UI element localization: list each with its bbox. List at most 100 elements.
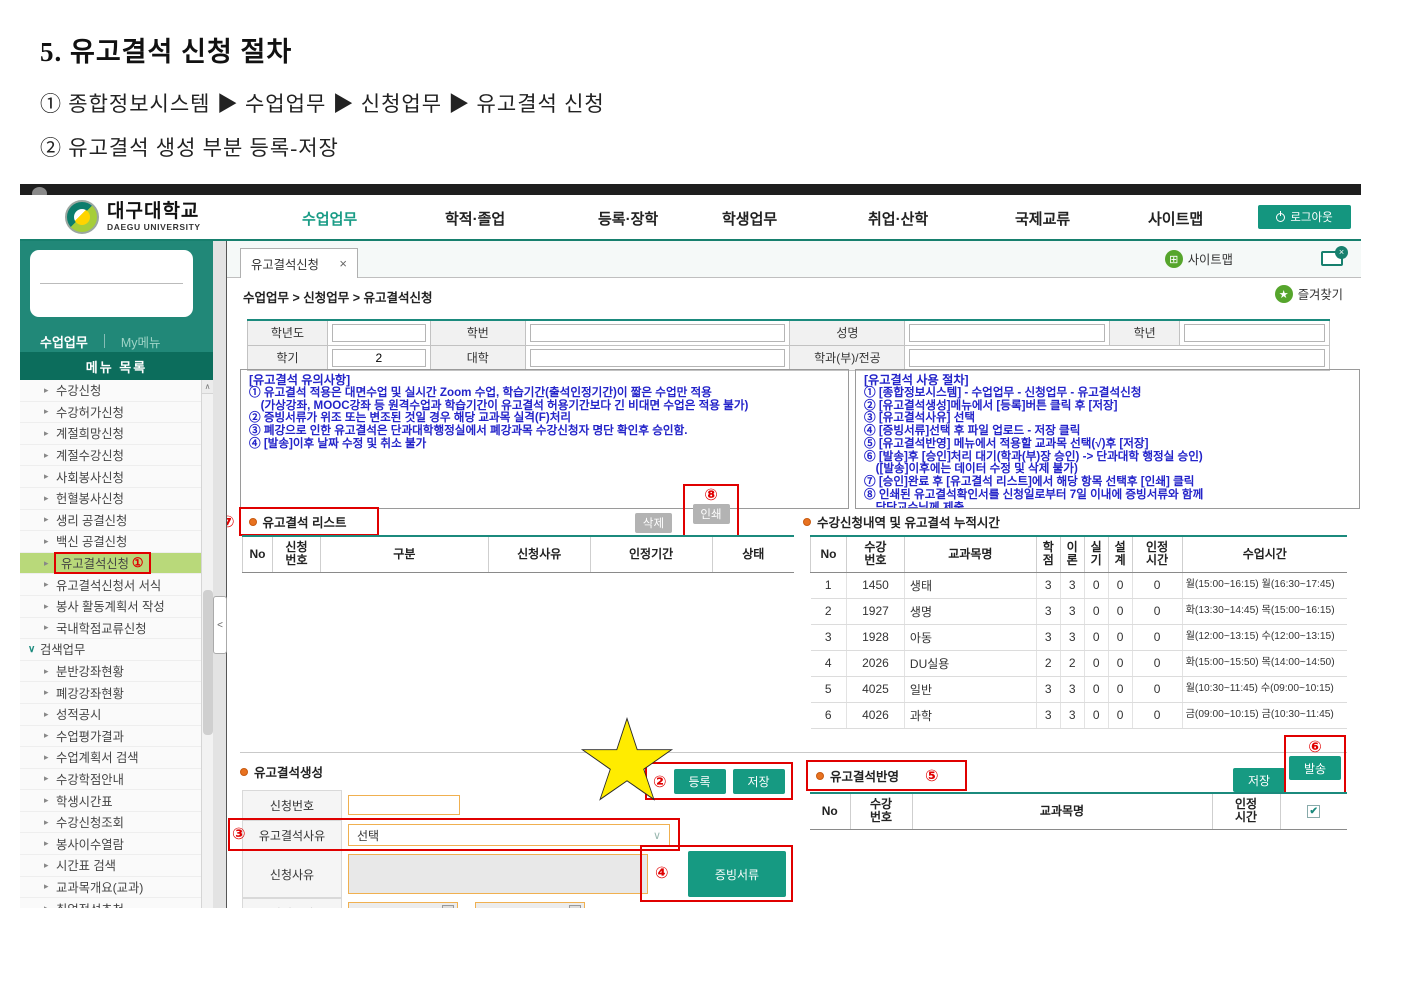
cell-practice: 0 bbox=[1084, 572, 1108, 598]
scrollbar-up-icon[interactable]: ∧ bbox=[202, 380, 213, 394]
grade-input[interactable] bbox=[1184, 324, 1325, 342]
attach-evidence-button[interactable]: 증빙서류 bbox=[688, 851, 786, 897]
sidebar-menu-item[interactable]: 유고결석신청서 서식 bbox=[20, 574, 212, 596]
notice-line: ④ [증빙서류]선택 후 파일 업로드 - 저장 클릭 bbox=[864, 425, 1351, 438]
create-save-button[interactable]: 저장 bbox=[733, 769, 785, 794]
nav-item-0[interactable]: 수업업무 bbox=[302, 208, 357, 229]
sidebar-menu-item[interactable]: 봉사이수열람 bbox=[20, 833, 212, 855]
studentno-input[interactable] bbox=[530, 324, 786, 342]
nav-item-5[interactable]: 국제교류 bbox=[1015, 208, 1070, 229]
absence-reason-select[interactable]: 선택 ∨ bbox=[348, 824, 670, 846]
sidebar-menu-item[interactable]: 학생시간표 bbox=[20, 790, 212, 812]
print-button[interactable]: 인쇄 bbox=[693, 504, 730, 524]
sidebar-menu-item[interactable]: 백신 공결신청 bbox=[20, 531, 212, 553]
sidebar-menu-item[interactable]: 성적공시 bbox=[20, 704, 212, 726]
sidebar-menu-item[interactable]: 생리 공결신청 bbox=[20, 510, 212, 532]
nav-item-6[interactable]: 사이트맵 bbox=[1148, 208, 1203, 229]
nav-item-2[interactable]: 등록·장학 bbox=[598, 208, 658, 229]
apply-save-button[interactable]: 저장 bbox=[1233, 768, 1285, 792]
sidebar-menu-item[interactable]: 취업적성추천 bbox=[20, 898, 212, 908]
select-all-checkbox[interactable]: ✔ bbox=[1307, 805, 1320, 818]
notice-line: ⑧ 인쇄된 유고결석확인서를 신청일로부터 7일 이내에 증빙서류와 함께 bbox=[864, 489, 1351, 502]
cell-code: 1927 bbox=[846, 598, 904, 624]
year-input[interactable] bbox=[332, 324, 426, 342]
detail-reason-label: 신청사유 bbox=[242, 850, 342, 898]
logout-button[interactable]: 로그아웃 bbox=[1258, 205, 1351, 229]
sidebar-menu-item[interactable]: 수강허가신청 bbox=[20, 402, 212, 424]
register-button[interactable]: 등록 bbox=[674, 769, 726, 794]
name-input[interactable] bbox=[909, 324, 1105, 342]
list-column-header: 구분 bbox=[320, 536, 488, 572]
nav-item-3[interactable]: 학생업무 bbox=[722, 208, 777, 229]
sidebar-menu-item[interactable]: 검색업무 bbox=[20, 639, 212, 661]
period-start-input[interactable] bbox=[348, 902, 458, 908]
sidebar-menu-item[interactable]: 교과목개요(교과) bbox=[20, 877, 212, 899]
calendar-icon[interactable] bbox=[569, 905, 581, 908]
cell-design: 0 bbox=[1108, 702, 1132, 728]
period-end-input[interactable] bbox=[475, 902, 585, 908]
sidebar-tab-mymenu[interactable]: My메뉴 bbox=[121, 332, 161, 351]
menu-item-label: 수강허가신청 bbox=[56, 403, 124, 421]
sitemap-link[interactable]: ⊞ 사이트맵 bbox=[1165, 250, 1233, 268]
tab-absence-request[interactable]: 유고결석신청 × bbox=[240, 248, 358, 278]
enrollment-column-header: 수업시간 bbox=[1182, 536, 1347, 572]
menu-arrow-icon bbox=[44, 795, 54, 806]
menu-item-label: 수업평가결과 bbox=[56, 727, 124, 745]
annotation-8: ⑧ bbox=[704, 486, 718, 504]
favorite-link[interactable]: ★ 즐겨찾기 bbox=[1275, 285, 1343, 303]
cell-practice: 0 bbox=[1084, 676, 1108, 702]
document-step-2: ② 유고결석 생성 부분 등록-저장 bbox=[40, 132, 339, 162]
send-button[interactable]: 발송 bbox=[1289, 756, 1341, 780]
menu-arrow-icon bbox=[44, 838, 54, 849]
notice-line: ① [종합정보시스템] - 수업업무 - 신청업무 - 유고결석신청 bbox=[864, 387, 1351, 400]
menu-arrow-icon bbox=[44, 622, 54, 633]
scrollbar-thumb[interactable] bbox=[203, 590, 213, 735]
sidebar-menu-item[interactable]: 시간표 검색 bbox=[20, 855, 212, 877]
sidebar-menu-item[interactable]: 국내학점교류신청 bbox=[20, 618, 212, 640]
sidebar-menu-item[interactable]: 봉사 활동계획서 작성 bbox=[20, 596, 212, 618]
cell-no: 3 bbox=[811, 624, 847, 650]
calendar-icon[interactable] bbox=[442, 905, 454, 908]
cell-design: 0 bbox=[1108, 650, 1132, 676]
cell-code: 1450 bbox=[846, 572, 904, 598]
sidebar: 수업업무 My메뉴 메뉴 목록 수강신청 bbox=[20, 241, 213, 908]
sidebar-menu-item[interactable]: 계절희망신청 bbox=[20, 423, 212, 445]
cell-no: 2 bbox=[811, 598, 847, 624]
menu-arrow-icon bbox=[44, 666, 54, 677]
notice-cautions: [유고결석 유의사항] ① 유고결석 적용은 대면수업 및 실시간 Zoom 수… bbox=[240, 369, 849, 509]
delete-button[interactable]: 삭제 bbox=[635, 513, 672, 533]
sidebar-menu-item[interactable]: 헌혈봉사신청 bbox=[20, 488, 212, 510]
chevron-down-icon: ∨ bbox=[653, 829, 661, 842]
sidebar-menu-item[interactable]: 수강신청조회 bbox=[20, 812, 212, 834]
main-content: 유고결석신청 × ⊞ 사이트맵 수업업무 > 신청업무 > 유고결석신청 ★ 즐… bbox=[227, 241, 1361, 908]
star-annotation bbox=[579, 717, 675, 809]
nav-item-4[interactable]: 취업·산학 bbox=[868, 208, 928, 229]
menu-item-label: 수강신청 bbox=[56, 381, 101, 399]
popup-window-icon[interactable] bbox=[1321, 251, 1343, 266]
sidebar-menu-item[interactable]: 수업평가결과 bbox=[20, 726, 212, 748]
sidebar-menu-item[interactable]: 폐강강좌현황 bbox=[20, 682, 212, 704]
send-annotation-box: ⑥ 발송 bbox=[1284, 735, 1346, 796]
sidebar-menu-item[interactable]: 사회봉사신청 bbox=[20, 466, 212, 488]
college-input[interactable] bbox=[530, 349, 786, 367]
sidebar-collapse-handle[interactable]: < bbox=[213, 596, 227, 654]
menu-arrow-icon bbox=[44, 881, 54, 892]
absence-reason-label: 유고결석사유 bbox=[242, 820, 342, 850]
sidebar-menu-item[interactable]: 수강학점안내 bbox=[20, 769, 212, 791]
university-logo[interactable]: 대구대학교 DAEGU UNIVERSITY bbox=[65, 200, 201, 234]
dept-input[interactable] bbox=[909, 349, 1325, 367]
sidebar-menu-item[interactable]: 수강신청 bbox=[20, 380, 212, 402]
sidebar-scrollbar[interactable]: ∧ bbox=[201, 380, 213, 908]
sidebar-menu-item[interactable]: 수업계획서 검색 bbox=[20, 747, 212, 769]
enrollment-row: 4 2026 DU실용 2 2 0 0 0 화(15:00~15:50) 목(1… bbox=[811, 650, 1348, 676]
sidebar-menu-item[interactable]: 계절수강신청 bbox=[20, 445, 212, 467]
semester-input[interactable] bbox=[332, 349, 426, 367]
sidebar-tab-main[interactable]: 수업업무 bbox=[40, 332, 88, 351]
nav-item-1[interactable]: 학적·졸업 bbox=[445, 208, 505, 229]
menu-item-label: 생리 공결신청 bbox=[56, 511, 127, 529]
sidebar-menu-item[interactable]: 분반강좌현황 bbox=[20, 661, 212, 683]
detail-reason-textarea[interactable] bbox=[348, 854, 648, 894]
sidebar-menu-item[interactable]: 유고결석신청 ① bbox=[20, 553, 212, 575]
tab-close-icon[interactable]: × bbox=[339, 256, 347, 271]
reqno-input[interactable] bbox=[348, 795, 460, 815]
